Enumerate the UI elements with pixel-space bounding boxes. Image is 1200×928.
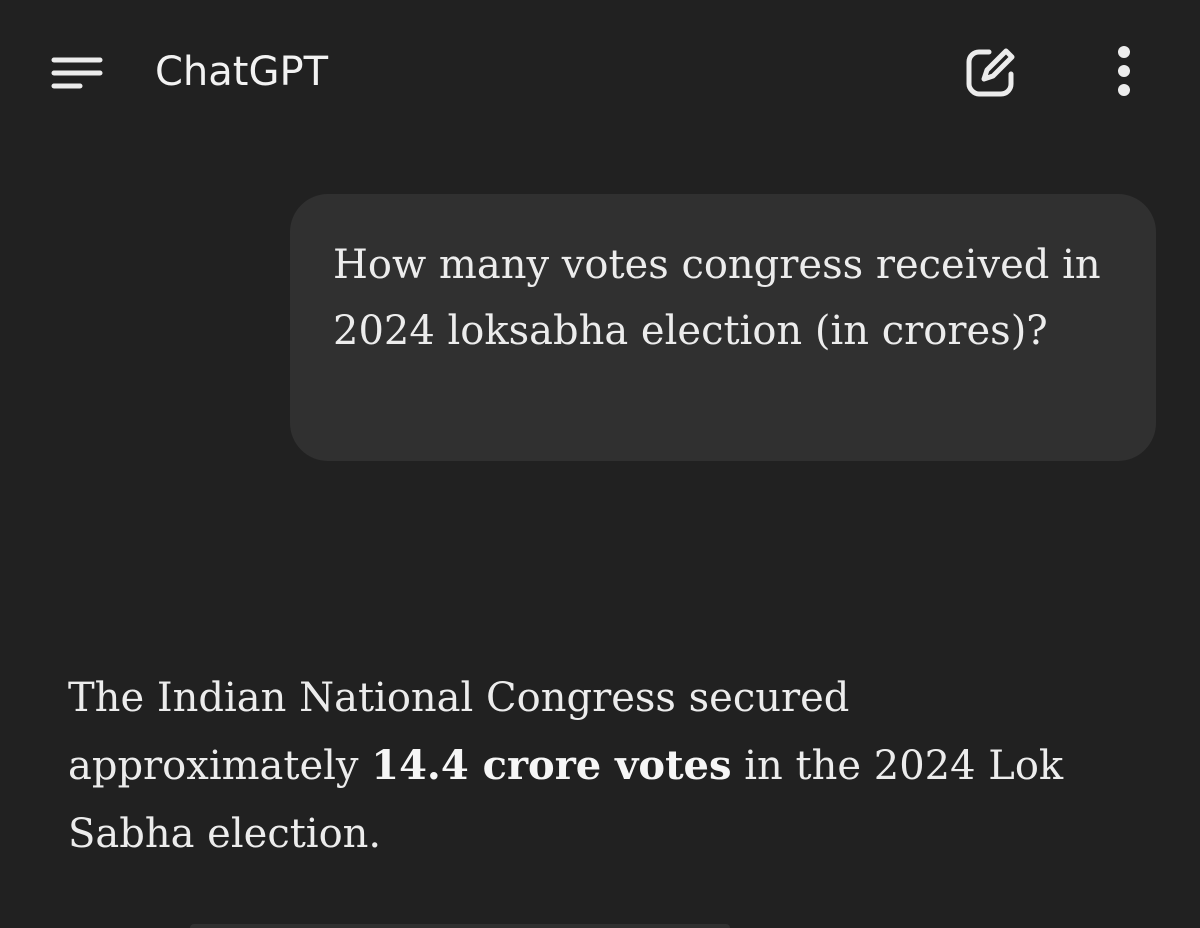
menu-icon — [51, 57, 103, 89]
user-message-bubble: How many votes congress received in 2024… — [290, 194, 1156, 461]
app-title: ChatGPT — [155, 49, 329, 95]
more-vertical-icon — [1118, 46, 1130, 96]
assistant-message: The Indian National Congress secured app… — [68, 664, 1148, 868]
chat-screen: ChatGPT How many votes congress received… — [0, 0, 1200, 928]
sidebar-menu-button[interactable] — [44, 44, 114, 104]
new-chat-button[interactable] — [955, 40, 1027, 106]
user-message-text: How many votes congress received in 2024… — [333, 242, 1101, 354]
top-bar: ChatGPT — [0, 0, 1200, 145]
composer-edge — [190, 924, 730, 928]
edit-icon — [966, 48, 1015, 97]
more-options-button[interactable] — [1096, 38, 1152, 106]
assistant-text-bold: 14.4 crore votes — [371, 742, 732, 789]
